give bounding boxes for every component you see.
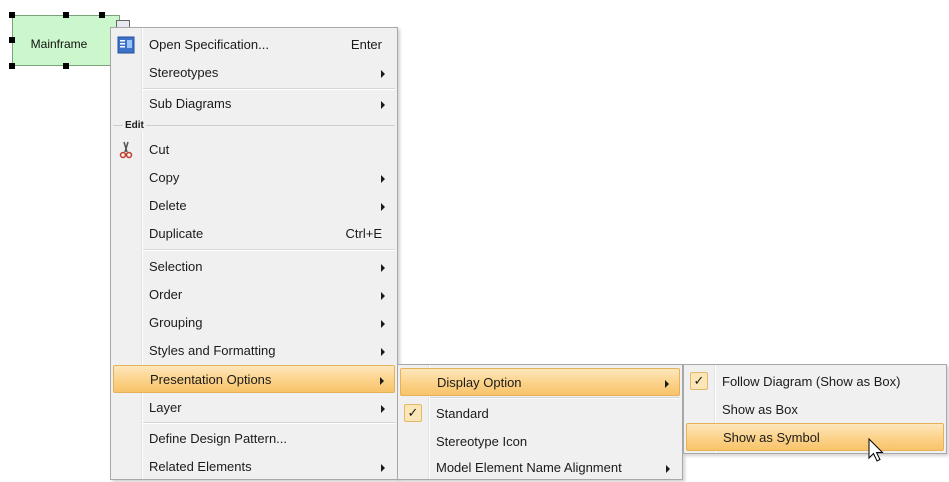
context-menu: Open Specification... Enter Stereotypes … — [110, 27, 398, 480]
menu-item-label: Copy — [149, 170, 180, 185]
menu-item-follow-diagram[interactable]: ✓ Follow Diagram (Show as Box) — [686, 368, 944, 396]
menu-item-label: Stereotypes — [149, 65, 219, 80]
menu-item-open-specification[interactable]: Open Specification... Enter — [113, 31, 395, 59]
menu-item-show-as-symbol[interactable]: Show as Symbol — [686, 423, 944, 451]
specification-icon — [117, 36, 135, 54]
element-label: Mainframe — [30, 37, 88, 51]
menu-item-label: Sub Diagrams — [149, 96, 232, 111]
presentation-options-submenu: Display Option ✓ Standard Stereotype Ico… — [397, 364, 683, 480]
menu-item-label: Layer — [149, 400, 182, 415]
submenu-arrow-icon — [381, 175, 385, 183]
display-option-submenu: ✓ Follow Diagram (Show as Box) Show as B… — [683, 364, 947, 454]
menu-item-label: Presentation Options — [150, 372, 272, 387]
submenu-arrow-icon — [380, 377, 384, 385]
menu-item-label: Show as Symbol — [723, 430, 820, 445]
menu-item-duplicate[interactable]: Duplicate Ctrl+E — [113, 220, 395, 248]
resize-handle-left[interactable] — [9, 37, 15, 43]
menu-item-label: Related Elements — [149, 459, 252, 474]
menu-item-styles-and-formatting[interactable]: Styles and Formatting — [113, 337, 395, 365]
submenu-arrow-icon — [665, 380, 669, 388]
menu-item-copy[interactable]: Copy — [113, 164, 395, 192]
menu-item-label: Grouping — [149, 315, 203, 330]
menu-item-sub-diagrams[interactable]: Sub Diagrams — [113, 90, 395, 118]
menu-item-shortcut: Ctrl+E — [345, 226, 382, 241]
menu-item-show-as-box[interactable]: Show as Box — [686, 396, 944, 424]
menu-item-presentation-options[interactable]: Presentation Options — [113, 365, 395, 393]
menu-item-related-elements[interactable]: Related Elements — [113, 453, 395, 481]
resize-handle-bottom[interactable] — [63, 63, 69, 69]
menu-item-label: Display Option — [437, 375, 522, 390]
resize-handle-top[interactable] — [63, 12, 69, 18]
menu-item-label: Order — [149, 287, 183, 302]
menu-item-display-option[interactable]: Display Option — [400, 368, 680, 396]
menu-item-cut[interactable]: Cut — [113, 136, 395, 164]
menu-item-delete[interactable]: Delete — [113, 192, 395, 220]
menu-item-layer[interactable]: Layer — [113, 394, 395, 422]
menu-item-shortcut: Enter — [350, 37, 382, 52]
submenu-arrow-icon — [381, 464, 385, 472]
menu-item-label: Open Specification... — [149, 37, 269, 52]
mouse-cursor-icon — [868, 438, 884, 462]
scissors-icon — [119, 141, 133, 159]
resize-handle-top-right[interactable] — [99, 12, 105, 18]
menu-item-label: Standard — [436, 406, 489, 421]
menu-item-model-element-name-alignment[interactable]: Model Element Name Alignment — [400, 454, 680, 482]
menu-item-selection[interactable]: Selection — [113, 253, 395, 281]
menu-item-stereotypes[interactable]: Stereotypes — [113, 59, 395, 87]
menu-item-label: Model Element Name Alignment — [436, 460, 622, 475]
checkmark-icon: ✓ — [690, 372, 708, 390]
menu-item-label: Cut — [149, 142, 170, 157]
menu-separator — [143, 249, 395, 251]
menu-item-label: Duplicate — [149, 226, 204, 241]
menu-item-label: Stereotype Icon — [436, 434, 528, 449]
menu-item-grouping[interactable]: Grouping — [113, 309, 395, 337]
submenu-arrow-icon — [381, 203, 385, 211]
menu-separator — [143, 422, 395, 424]
menu-item-define-design-pattern[interactable]: Define Design Pattern... — [113, 425, 395, 453]
submenu-arrow-icon — [381, 292, 385, 300]
submenu-arrow-icon — [381, 70, 385, 78]
resize-handle-top-left[interactable] — [9, 12, 15, 18]
submenu-arrow-icon — [381, 348, 385, 356]
submenu-arrow-icon — [381, 101, 385, 109]
menu-item-label: Delete — [149, 198, 187, 213]
menu-group-edit: Edit — [113, 119, 395, 133]
menu-item-standard[interactable]: ✓ Standard — [400, 400, 680, 428]
menu-item-label: Define Design Pattern... — [149, 431, 288, 446]
menu-item-stereotype-icon[interactable]: Stereotype Icon — [400, 428, 680, 456]
menu-group-label: Edit — [123, 119, 146, 132]
menu-item-label: Selection — [149, 259, 203, 274]
submenu-arrow-icon — [381, 320, 385, 328]
submenu-arrow-icon — [381, 264, 385, 272]
menu-separator — [430, 397, 680, 399]
diagram-element-mainframe[interactable]: Mainframe — [9, 12, 130, 69]
submenu-arrow-icon — [666, 465, 670, 473]
menu-item-order[interactable]: Order — [113, 281, 395, 309]
submenu-arrow-icon — [381, 405, 385, 413]
menu-item-label: Show as Box — [722, 402, 798, 417]
resize-handle-bottom-left[interactable] — [9, 63, 15, 69]
menu-item-label: Follow Diagram (Show as Box) — [722, 374, 901, 389]
menu-item-label: Styles and Formatting — [149, 343, 276, 358]
checkmark-icon: ✓ — [404, 404, 422, 422]
